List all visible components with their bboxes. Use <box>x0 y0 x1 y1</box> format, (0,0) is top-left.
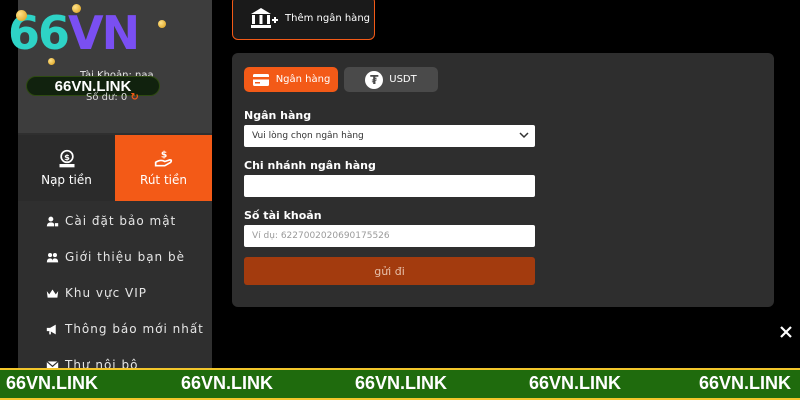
bank-add-icon <box>251 8 278 28</box>
bank-select[interactable]: Vui lòng chọn ngân hàng <box>244 125 535 147</box>
tab-usdt[interactable]: ₮ USDT <box>344 67 438 92</box>
promo-banner[interactable]: 66VN.LINK 66VN.LINK 66VN.LINK 66VN.LINK … <box>0 368 800 400</box>
tether-icon: ₮ <box>365 70 384 89</box>
sidebar: 66VN Tài Khoản: naa 66VN.LINK Số dư: 0 ↻… <box>8 0 212 372</box>
menu-label: Thông báo mới nhất <box>65 322 204 336</box>
svg-text:$: $ <box>64 152 70 162</box>
svg-text:$: $ <box>160 149 166 160</box>
banner-link-text: 66VN.LINK <box>6 373 99 393</box>
brand-logo: 66VN <box>8 2 178 72</box>
banner-link-text: 66VN.LINK <box>181 373 274 393</box>
add-bank-label: Thêm ngân hàng <box>285 12 370 24</box>
tab-bank-label: Ngân hàng <box>275 74 331 85</box>
payment-method-tabs: Ngân hàng ₮ USDT <box>244 67 438 92</box>
tab-bank[interactable]: Ngân hàng <box>244 67 338 92</box>
friends-icon <box>46 252 59 262</box>
deposit-label: Nạp tiền <box>41 173 92 187</box>
account-number-input[interactable] <box>244 225 535 247</box>
tab-usdt-label: USDT <box>389 74 417 85</box>
account-number-label: Số tài khoản <box>244 209 322 222</box>
banner-link-text: 66VN.LINK <box>699 373 792 393</box>
bank-select-value: Vui lòng chọn ngân hàng <box>252 131 364 141</box>
add-bank-button[interactable]: Thêm ngân hàng <box>232 0 375 40</box>
deposit-money-icon: $ <box>59 149 74 168</box>
coin-icon <box>48 58 55 65</box>
logo-wordmark: 66VN <box>8 6 140 60</box>
menu-item-security[interactable]: Cài đặt bảo mật <box>18 203 212 239</box>
menu-label: Cài đặt bảo mật <box>65 214 177 228</box>
banner-link-text: 66VN.LINK <box>529 373 622 393</box>
menu-label: Giới thiệu bạn bè <box>65 250 185 264</box>
vip-crown-icon <box>46 288 59 298</box>
withdraw-hand-money-icon: $ <box>154 149 172 167</box>
close-icon[interactable] <box>778 324 794 340</box>
user-lock-icon <box>46 216 59 226</box>
banner-link-text: 66VN.LINK <box>355 373 448 393</box>
submit-button[interactable]: gửi đi <box>244 257 535 285</box>
withdraw-button[interactable]: $ Rút tiền <box>115 135 212 201</box>
coin-icon <box>158 20 166 28</box>
bank-field-label: Ngân hàng <box>244 109 312 122</box>
menu-item-vip[interactable]: Khu vực VIP <box>18 275 212 311</box>
megaphone-icon <box>46 324 56 334</box>
sidebar-menu: Cài đặt bảo mật Giới thiệu bạn bè Khu vự… <box>18 203 212 383</box>
wallet-actions: $ Nạp tiền $ Rút tiền <box>18 135 212 201</box>
chevron-down-icon <box>519 132 529 139</box>
branch-input[interactable] <box>244 175 535 197</box>
profile-card: 66VN Tài Khoản: naa 66VN.LINK Số dư: 0 ↻ <box>8 0 212 133</box>
withdraw-label: Rút tiền <box>140 173 187 187</box>
withdraw-form-panel: Ngân hàng ₮ USDT Ngân hàng Vui lòng chọn… <box>232 53 774 307</box>
refresh-icon[interactable]: ↻ <box>130 92 138 103</box>
coin-icon <box>16 10 27 21</box>
menu-item-referral[interactable]: Giới thiệu bạn bè <box>18 239 212 275</box>
branch-field-label: Chi nhánh ngân hàng <box>244 159 376 172</box>
balance-text: Số dư: 0 ↻ <box>86 92 139 103</box>
menu-label: Khu vực VIP <box>65 286 147 300</box>
bank-card-icon <box>252 73 269 86</box>
deposit-button[interactable]: $ Nạp tiền <box>18 135 115 201</box>
coin-icon <box>72 4 81 13</box>
menu-item-announcements[interactable]: Thông báo mới nhất <box>18 311 212 347</box>
balance-value: Số dư: 0 <box>86 92 128 103</box>
logo-part-vn: VN <box>68 6 140 60</box>
